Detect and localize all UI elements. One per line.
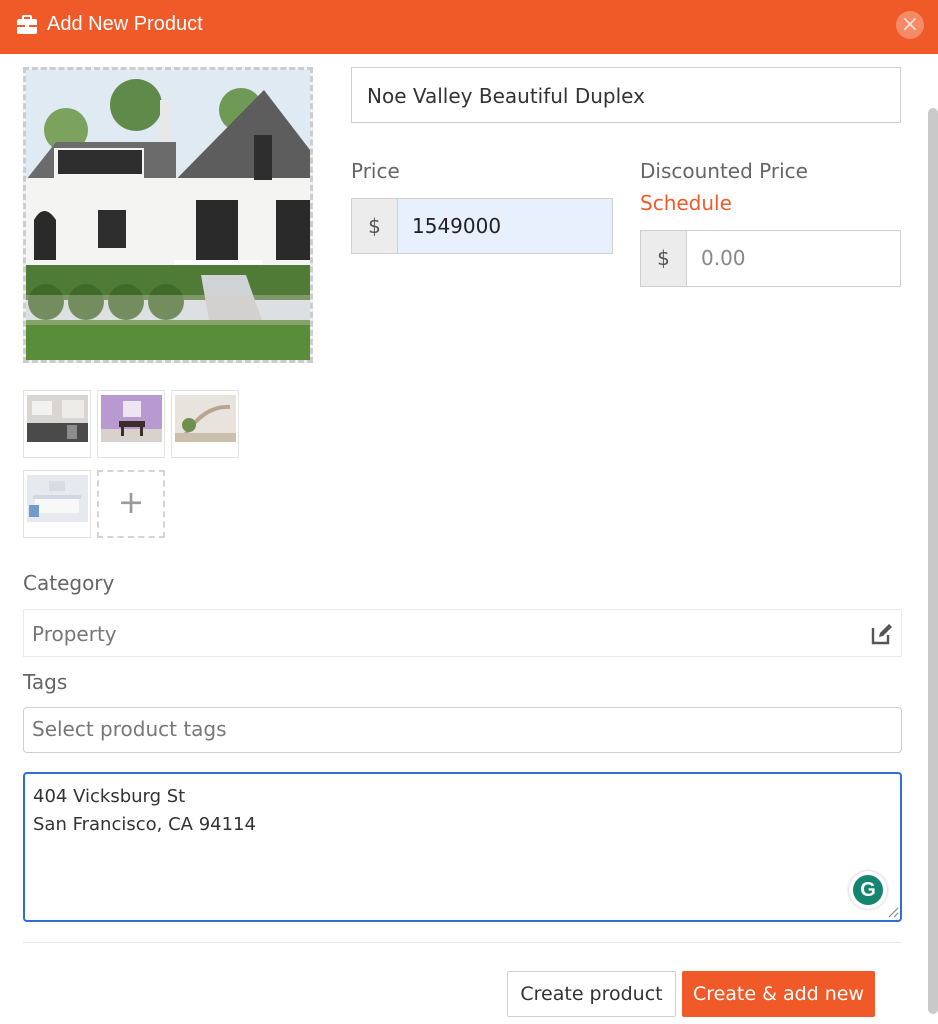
dining-room-thumbnail: [101, 395, 162, 442]
price-input-group: $ 1549000: [351, 198, 613, 254]
main-product-image[interactable]: [23, 67, 313, 363]
tags-label: Tags: [23, 670, 68, 694]
category-value: Property: [32, 622, 117, 646]
thumbnail-2[interactable]: [97, 390, 165, 458]
category-field[interactable]: Property: [23, 609, 902, 657]
thumbnail-4[interactable]: [23, 470, 91, 538]
modal-title: Add New Product: [47, 13, 203, 35]
price-input[interactable]: 1549000: [398, 199, 612, 253]
edit-icon[interactable]: [870, 622, 894, 646]
resize-handle-icon[interactable]: [885, 904, 899, 918]
bedroom-thumbnail: [27, 475, 88, 522]
briefcase-icon: [17, 15, 37, 34]
grammarly-letter: G: [853, 875, 883, 905]
modal-header: Add New Product ×: [0, 0, 938, 54]
create-product-button[interactable]: Create product: [507, 971, 676, 1017]
thumbnail-3[interactable]: [171, 390, 239, 458]
scrollbar[interactable]: [928, 108, 938, 1014]
thumbnail-1[interactable]: [23, 390, 91, 458]
discount-currency-addon: $: [641, 231, 687, 286]
discounted-price-input[interactable]: 0.00: [687, 231, 900, 286]
plus-icon: +: [117, 483, 145, 521]
kitchen-thumbnail: [27, 395, 88, 442]
tags-input[interactable]: Select product tags: [23, 707, 902, 753]
add-image-button[interactable]: +: [97, 470, 165, 538]
price-currency-addon: $: [352, 199, 398, 253]
discounted-price-input-group: $ 0.00: [640, 230, 901, 287]
product-name-input[interactable]: Noe Valley Beautiful Duplex: [351, 67, 901, 123]
category-label: Category: [23, 571, 115, 595]
description-textarea[interactable]: 404 Vicksburg St San Francisco, CA 94114: [23, 772, 902, 922]
create-and-add-new-button[interactable]: Create & add new: [682, 971, 875, 1017]
footer-divider: [23, 942, 902, 943]
discounted-price-label: Discounted Price: [640, 159, 808, 183]
price-label: Price: [351, 159, 400, 183]
description-line-2: San Francisco, CA 94114: [33, 814, 256, 835]
grammarly-icon[interactable]: G: [849, 871, 887, 909]
schedule-link[interactable]: Schedule: [640, 191, 732, 215]
description-line-1: 404 Vicksburg St: [33, 786, 186, 807]
staircase-thumbnail: [175, 395, 236, 442]
close-icon[interactable]: ×: [896, 11, 924, 39]
